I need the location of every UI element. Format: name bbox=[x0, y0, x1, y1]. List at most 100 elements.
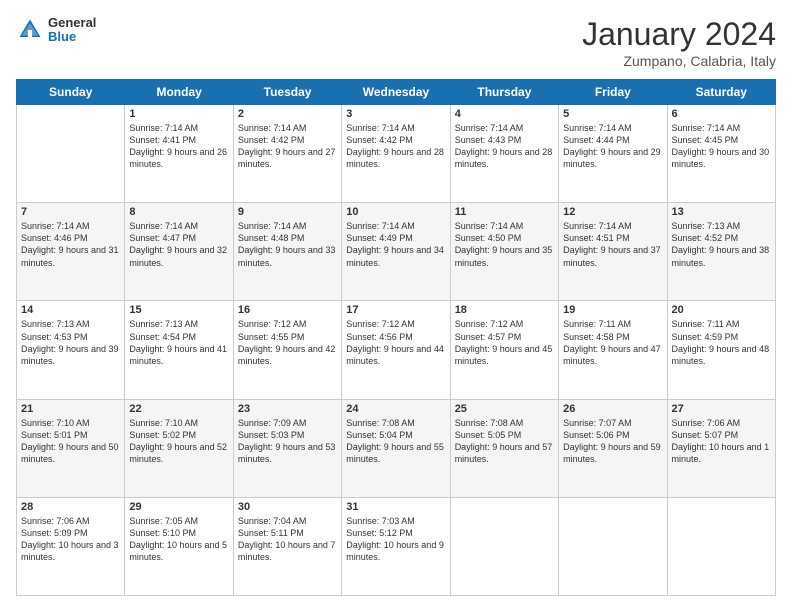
cell-content: Sunrise: 7:14 AMSunset: 4:42 PMDaylight:… bbox=[238, 122, 337, 171]
cell-content: Sunrise: 7:13 AMSunset: 4:52 PMDaylight:… bbox=[672, 220, 771, 269]
weekday-header: Thursday bbox=[450, 80, 558, 105]
day-number: 13 bbox=[672, 206, 771, 218]
logo-text: General Blue bbox=[48, 16, 96, 45]
cell-content: Sunrise: 7:08 AMSunset: 5:05 PMDaylight:… bbox=[455, 417, 554, 466]
title-block: January 2024 Zumpano, Calabria, Italy bbox=[582, 16, 776, 69]
calendar: SundayMondayTuesdayWednesdayThursdayFrid… bbox=[16, 79, 776, 596]
calendar-cell: 10 Sunrise: 7:14 AMSunset: 4:49 PMDayligh… bbox=[342, 203, 450, 301]
day-number: 6 bbox=[672, 108, 771, 120]
weekday-header: Monday bbox=[125, 80, 233, 105]
calendar-cell: 27 Sunrise: 7:06 AMSunset: 5:07 PMDayligh… bbox=[667, 399, 775, 497]
cell-content: Sunrise: 7:14 AMSunset: 4:45 PMDaylight:… bbox=[672, 122, 771, 171]
calendar-cell bbox=[667, 497, 775, 595]
calendar-cell: 12 Sunrise: 7:14 AMSunset: 4:51 PMDayligh… bbox=[559, 203, 667, 301]
calendar-cell: 18 Sunrise: 7:12 AMSunset: 4:57 PMDayligh… bbox=[450, 301, 558, 399]
calendar-cell: 1Sunrise: 7:14 AMSunset: 4:41 PMDaylight… bbox=[125, 105, 233, 203]
calendar-cell: 9 Sunrise: 7:14 AMSunset: 4:48 PMDaylight… bbox=[233, 203, 341, 301]
cell-content: Sunrise: 7:12 AMSunset: 4:57 PMDaylight:… bbox=[455, 318, 554, 367]
day-number: 31 bbox=[346, 501, 445, 513]
calendar-cell bbox=[17, 105, 125, 203]
day-number: 18 bbox=[455, 304, 554, 316]
day-number: 8 bbox=[129, 206, 228, 218]
cell-content: Sunrise: 7:11 AMSunset: 4:59 PMDaylight:… bbox=[672, 318, 771, 367]
calendar-cell: 3 Sunrise: 7:14 AMSunset: 4:42 PMDaylight… bbox=[342, 105, 450, 203]
cell-content: Sunrise: 7:06 AMSunset: 5:07 PMDaylight:… bbox=[672, 417, 771, 466]
calendar-cell: 21Sunrise: 7:10 AMSunset: 5:01 PMDayligh… bbox=[17, 399, 125, 497]
calendar-cell: 13 Sunrise: 7:13 AMSunset: 4:52 PMDayligh… bbox=[667, 203, 775, 301]
cell-content: Sunrise: 7:13 AMSunset: 4:54 PMDaylight:… bbox=[129, 318, 228, 367]
calendar-cell: 2 Sunrise: 7:14 AMSunset: 4:42 PMDaylight… bbox=[233, 105, 341, 203]
calendar-cell: 17 Sunrise: 7:12 AMSunset: 4:56 PMDayligh… bbox=[342, 301, 450, 399]
day-number: 12 bbox=[563, 206, 662, 218]
calendar-cell: 6 Sunrise: 7:14 AMSunset: 4:45 PMDaylight… bbox=[667, 105, 775, 203]
day-number: 16 bbox=[238, 304, 337, 316]
day-number: 30 bbox=[238, 501, 337, 513]
cell-content: Sunrise: 7:14 AMSunset: 4:44 PMDaylight:… bbox=[563, 122, 662, 171]
calendar-cell: 16 Sunrise: 7:12 AMSunset: 4:55 PMDayligh… bbox=[233, 301, 341, 399]
day-number: 2 bbox=[238, 108, 337, 120]
day-number: 26 bbox=[563, 403, 662, 415]
cell-content: Sunrise: 7:06 AMSunset: 5:09 PMDaylight:… bbox=[21, 515, 120, 564]
location: Zumpano, Calabria, Italy bbox=[582, 53, 776, 69]
weekday-header: Tuesday bbox=[233, 80, 341, 105]
month-title: January 2024 bbox=[582, 16, 776, 53]
calendar-cell: 4 Sunrise: 7:14 AMSunset: 4:43 PMDaylight… bbox=[450, 105, 558, 203]
cell-content: Sunrise: 7:12 AMSunset: 4:55 PMDaylight:… bbox=[238, 318, 337, 367]
cell-content: Sunrise: 7:14 AMSunset: 4:50 PMDaylight:… bbox=[455, 220, 554, 269]
calendar-week-row: 28 Sunrise: 7:06 AMSunset: 5:09 PMDayligh… bbox=[17, 497, 776, 595]
weekday-header: Sunday bbox=[17, 80, 125, 105]
cell-content: Sunrise: 7:03 AMSunset: 5:12 PMDaylight:… bbox=[346, 515, 445, 564]
cell-content: Sunrise: 7:12 AMSunset: 4:56 PMDaylight:… bbox=[346, 318, 445, 367]
day-number: 23 bbox=[238, 403, 337, 415]
calendar-week-row: 14Sunrise: 7:13 AMSunset: 4:53 PMDayligh… bbox=[17, 301, 776, 399]
calendar-cell: 22 Sunrise: 7:10 AMSunset: 5:02 PMDayligh… bbox=[125, 399, 233, 497]
calendar-cell: 26 Sunrise: 7:07 AMSunset: 5:06 PMDayligh… bbox=[559, 399, 667, 497]
day-number: 22 bbox=[129, 403, 228, 415]
calendar-cell: 15Sunrise: 7:13 AMSunset: 4:54 PMDayligh… bbox=[125, 301, 233, 399]
calendar-cell: 11 Sunrise: 7:14 AMSunset: 4:50 PMDayligh… bbox=[450, 203, 558, 301]
day-number: 25 bbox=[455, 403, 554, 415]
day-number: 9 bbox=[238, 206, 337, 218]
day-number: 17 bbox=[346, 304, 445, 316]
cell-content: Sunrise: 7:14 AMSunset: 4:48 PMDaylight:… bbox=[238, 220, 337, 269]
calendar-week-row: 7Sunrise: 7:14 AMSunset: 4:46 PMDaylight… bbox=[17, 203, 776, 301]
cell-content: Sunrise: 7:10 AMSunset: 5:02 PMDaylight:… bbox=[129, 417, 228, 466]
cell-content: Sunrise: 7:14 AMSunset: 4:47 PMDaylight:… bbox=[129, 220, 228, 269]
calendar-cell: 25 Sunrise: 7:08 AMSunset: 5:05 PMDayligh… bbox=[450, 399, 558, 497]
calendar-cell: 5 Sunrise: 7:14 AMSunset: 4:44 PMDaylight… bbox=[559, 105, 667, 203]
cell-content: Sunrise: 7:10 AMSunset: 5:01 PMDaylight:… bbox=[21, 417, 120, 466]
calendar-cell bbox=[450, 497, 558, 595]
day-number: 14 bbox=[21, 304, 120, 316]
cell-content: Sunrise: 7:04 AMSunset: 5:11 PMDaylight:… bbox=[238, 515, 337, 564]
calendar-cell: 8 Sunrise: 7:14 AMSunset: 4:47 PMDaylight… bbox=[125, 203, 233, 301]
cell-content: Sunrise: 7:14 AMSunset: 4:49 PMDaylight:… bbox=[346, 220, 445, 269]
day-number: 11 bbox=[455, 206, 554, 218]
day-number: 27 bbox=[672, 403, 771, 415]
calendar-cell bbox=[559, 497, 667, 595]
cell-content: Sunrise: 7:09 AMSunset: 5:03 PMDaylight:… bbox=[238, 417, 337, 466]
cell-content: Sunrise: 7:11 AMSunset: 4:58 PMDaylight:… bbox=[563, 318, 662, 367]
cell-content: Sunrise: 7:14 AMSunset: 4:51 PMDaylight:… bbox=[563, 220, 662, 269]
calendar-cell: 24Sunrise: 7:08 AMSunset: 5:04 PMDayligh… bbox=[342, 399, 450, 497]
cell-content: Sunrise: 7:14 AMSunset: 4:46 PMDaylight:… bbox=[21, 220, 120, 269]
day-number: 5 bbox=[563, 108, 662, 120]
cell-content: Sunrise: 7:07 AMSunset: 5:06 PMDaylight:… bbox=[563, 417, 662, 466]
header: General Blue January 2024 Zumpano, Calab… bbox=[16, 16, 776, 69]
weekday-header: Friday bbox=[559, 80, 667, 105]
day-number: 28 bbox=[21, 501, 120, 513]
page: General Blue January 2024 Zumpano, Calab… bbox=[0, 0, 792, 612]
calendar-cell: 30 Sunrise: 7:04 AMSunset: 5:11 PMDayligh… bbox=[233, 497, 341, 595]
cell-content: Sunrise: 7:08 AMSunset: 5:04 PMDaylight:… bbox=[346, 417, 445, 466]
weekday-header: Wednesday bbox=[342, 80, 450, 105]
cell-content: Sunrise: 7:14 AMSunset: 4:43 PMDaylight:… bbox=[455, 122, 554, 171]
calendar-header-row: SundayMondayTuesdayWednesdayThursdayFrid… bbox=[17, 80, 776, 105]
cell-content: Sunrise: 7:05 AMSunset: 5:10 PMDaylight:… bbox=[129, 515, 228, 564]
calendar-cell: 29Sunrise: 7:05 AMSunset: 5:10 PMDayligh… bbox=[125, 497, 233, 595]
logo-icon bbox=[16, 16, 44, 44]
cell-content: Sunrise: 7:14 AMSunset: 4:42 PMDaylight:… bbox=[346, 122, 445, 171]
day-number: 10 bbox=[346, 206, 445, 218]
calendar-cell: 20Sunrise: 7:11 AMSunset: 4:59 PMDayligh… bbox=[667, 301, 775, 399]
logo: General Blue bbox=[16, 16, 96, 45]
day-number: 4 bbox=[455, 108, 554, 120]
day-number: 3 bbox=[346, 108, 445, 120]
